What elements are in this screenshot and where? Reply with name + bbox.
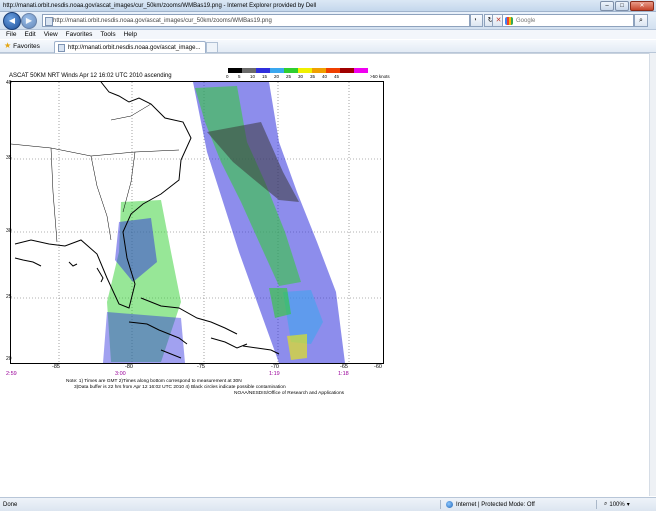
tab-label: http://manati.orbit.nesdis.noaa.gov/asca… [68,44,201,51]
legend-label: 0 [226,74,229,79]
search-button[interactable]: ⌕ [634,14,648,27]
address-dropdown-button[interactable] [476,14,483,27]
legend-swatch [354,68,368,73]
legend-label: 30 [298,74,304,79]
menu-bar: File Edit View Favorites Tools Help [0,30,656,39]
back-button[interactable]: ◀ [3,12,21,30]
legend-swatch [340,68,354,73]
plot-credit: NOAA/NESDIS/Office of Research and Appli… [234,391,345,396]
address-url[interactable]: http://manati.orbit.nesdis.noaa.gov/asca… [53,18,272,24]
y-axis-label: 35 [6,155,12,161]
legend-swatch [326,68,340,73]
favorites-label: Favorites [13,42,40,50]
google-icon [505,16,513,25]
search-icon: ⌕ [639,17,643,24]
wind-map-svg [11,82,383,363]
stop-icon: ✕ [495,17,502,24]
legend-unit: >50 knots [370,74,390,79]
navigation-bar: ◀ ▶ http://manati.orbit.nesdis.noaa.gov/… [0,12,656,30]
legend-swatch [256,68,270,73]
legend-label: 15 [262,74,268,79]
vertical-scrollbar[interactable] [649,53,656,496]
security-zone-label: Internet | Protected Mode: Off [456,501,535,508]
page-icon [45,17,53,26]
window-controls: – □ ✕ [600,1,654,11]
legend-label: 40 [322,74,328,79]
status-separator [440,500,441,509]
plot-notes: Note: 1) Times are GMT 2)Times along bot… [66,379,286,390]
legend-label: 45 [334,74,340,79]
legend-swatch [284,68,298,73]
maximize-button[interactable]: □ [615,1,629,11]
security-zone[interactable]: Internet | Protected Mode: Off [446,501,535,508]
legend-label: 10 [250,74,256,79]
globe-icon [446,501,453,508]
search-box[interactable]: Google [502,14,634,27]
legend-label: 35 [310,74,316,79]
zoom-control[interactable]: ⌕ 100% ▾ [604,501,630,508]
x-axis-label: -70 [271,364,279,370]
time-label: 2:59 [6,371,17,377]
wind-speed-legend [228,68,368,73]
status-bar: Done Internet | Protected Mode: Off ⌕ 10… [0,497,656,511]
close-button[interactable]: ✕ [630,1,654,11]
legend-swatch [228,68,242,73]
forward-arrow-icon: ▶ [25,16,33,25]
time-label: 3:00 [115,371,126,377]
legend-labels: 0 5 10 15 20 25 30 35 40 45 [226,74,346,79]
y-axis-label: 30 [6,228,12,234]
zoom-level: 100% [609,501,625,508]
back-arrow-icon: ◀ [8,16,16,25]
address-bar[interactable]: http://manati.orbit.nesdis.noaa.gov/asca… [42,14,470,27]
legend-label: 20 [274,74,280,79]
legend-label: 5 [238,74,241,79]
y-axis-label: 20 [6,356,12,362]
minimize-button[interactable]: – [600,1,614,11]
x-axis-label: -80 [125,364,133,370]
magnifier-icon: ⌕ [604,501,608,507]
status-separator [596,500,597,509]
plot-title: ASCAT 50KM NRT Winds Apr 12 16:02 UTC 20… [9,73,172,79]
x-axis-label: -75 [197,364,205,370]
time-label: 1:19 [269,371,280,377]
favorites-button[interactable]: ★ Favorites [4,42,40,50]
tab-current[interactable]: http://manati.orbit.nesdis.noaa.gov/asca… [54,41,206,53]
x-axis-label: -65 [340,364,348,370]
menu-help[interactable]: Help [124,31,137,38]
menu-favorites[interactable]: Favorites [66,31,93,38]
y-axis-label: 40 [6,80,12,86]
new-tab-button[interactable] [206,42,218,53]
legend-swatch [270,68,284,73]
time-label: 1:18 [338,371,349,377]
wind-map [10,81,384,364]
legend-swatch [298,68,312,73]
menu-edit[interactable]: Edit [24,31,35,38]
x-axis-label: -85 [52,364,60,370]
legend-swatch [242,68,256,73]
x-axis-label: -60 [374,364,382,370]
menu-view[interactable]: View [44,31,58,38]
search-input[interactable]: Google [516,18,535,24]
wind-swath [103,82,345,363]
window-title: http://manati.orbit.nesdis.noaa.gov/asca… [3,2,317,9]
menu-tools[interactable]: Tools [100,31,115,38]
legend-label: 25 [286,74,292,79]
title-bar: http://manati.orbit.nesdis.noaa.gov/asca… [0,0,656,12]
forward-button[interactable]: ▶ [21,13,37,29]
favorites-bar: ★ Favorites http://manati.orbit.nesdis.n… [0,40,656,53]
star-icon: ★ [4,41,12,50]
legend-swatch [312,68,326,73]
chevron-down-icon: ▾ [626,502,630,508]
status-text: Done [3,501,18,508]
y-axis-label: 25 [6,294,12,300]
tab-page-icon [58,43,65,52]
menu-file[interactable]: File [6,31,16,38]
